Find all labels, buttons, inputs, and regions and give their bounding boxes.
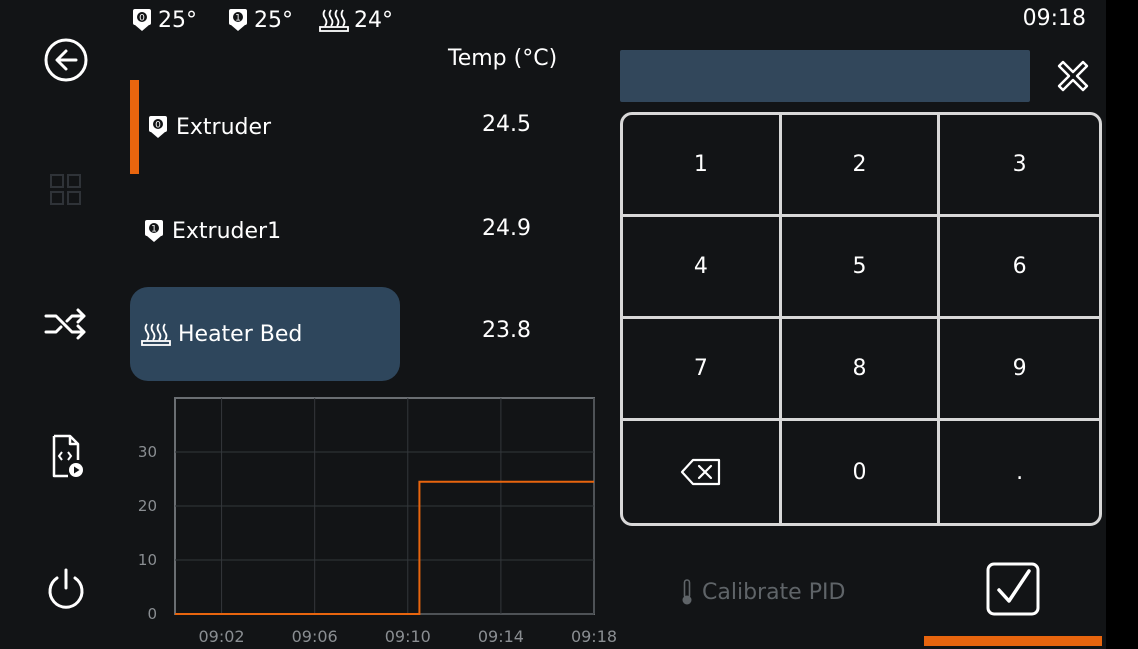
key-8[interactable]: 8 bbox=[781, 319, 941, 421]
power-icon bbox=[48, 568, 84, 609]
status-bed: 24° bbox=[318, 6, 393, 34]
grid-icon bbox=[50, 174, 81, 205]
extruder-label: 0 Extruder bbox=[146, 114, 271, 140]
shuffle-button[interactable] bbox=[38, 296, 94, 352]
y-tick-label: 10 bbox=[138, 551, 157, 569]
grid-button[interactable] bbox=[38, 162, 94, 218]
svg-text:0: 0 bbox=[139, 14, 145, 24]
key-6[interactable]: 6 bbox=[940, 217, 1099, 319]
heater-bed-temp-value: 23.8 bbox=[482, 318, 531, 343]
back-arrow-icon bbox=[44, 38, 88, 82]
status-extruder1: 1 25° bbox=[226, 6, 293, 34]
x-tick-label: 09:14 bbox=[478, 627, 524, 646]
status-extruder0-temp: 25° bbox=[158, 7, 197, 33]
key-7[interactable]: 7 bbox=[623, 319, 782, 421]
extruder-1-icon: 1 bbox=[229, 9, 247, 31]
back-button[interactable] bbox=[38, 32, 94, 88]
heater-bed-name: Heater Bed bbox=[178, 321, 303, 347]
heater-bed-icon bbox=[319, 9, 349, 32]
temp-column-header: Temp (°C) bbox=[448, 46, 558, 71]
key-4[interactable]: 4 bbox=[623, 217, 782, 319]
power-button[interactable] bbox=[38, 560, 94, 616]
y-tick-label: 20 bbox=[138, 497, 157, 515]
extruder-row[interactable]: 0 Extruder bbox=[130, 80, 400, 174]
calibrate-pid-label: Calibrate PID bbox=[702, 579, 846, 605]
close-keypad-button[interactable] bbox=[1050, 52, 1096, 100]
extruder1-temp-value: 24.9 bbox=[482, 216, 531, 241]
heater-bed-icon bbox=[141, 323, 171, 346]
numeric-keypad: 1 2 3 4 5 6 7 8 9 0 . bbox=[620, 112, 1102, 526]
temperature-chart: 09:02 09:06 09:10 09:14 09:18 0 10 20 30 bbox=[138, 397, 617, 646]
screen: 0 25° 1 25° 24° 09:18 Temp (°C) 0 Extrud… bbox=[0, 0, 1106, 649]
shuffle-icon bbox=[44, 308, 86, 340]
confirm-active-underline bbox=[924, 636, 1102, 646]
calibrate-pid-button[interactable]: Calibrate PID bbox=[680, 572, 845, 612]
confirm-button[interactable] bbox=[984, 560, 1042, 618]
key-decimal[interactable]: . bbox=[940, 421, 1099, 523]
key-2[interactable]: 2 bbox=[781, 115, 941, 217]
thermometer-icon bbox=[682, 579, 692, 605]
heater-bed-row[interactable]: Heater Bed bbox=[130, 287, 400, 381]
status-extruder1-temp: 25° bbox=[254, 7, 293, 33]
y-tick-label: 0 bbox=[147, 605, 157, 623]
extruder1-row[interactable]: 1 Extruder1 bbox=[130, 184, 400, 278]
series-line bbox=[175, 480, 594, 615]
status-extruder0: 0 25° bbox=[130, 6, 197, 34]
x-tick-label: 09:06 bbox=[292, 627, 338, 646]
gcode-file-button[interactable] bbox=[38, 428, 94, 484]
key-5[interactable]: 5 bbox=[781, 217, 941, 319]
x-tick-label: 09:18 bbox=[571, 627, 617, 646]
key-3[interactable]: 3 bbox=[940, 115, 1099, 217]
extruder1-name: Extruder1 bbox=[172, 218, 282, 244]
extruder-0-icon: 0 bbox=[149, 116, 167, 138]
heater-bed-label: Heater Bed bbox=[140, 321, 302, 347]
close-icon bbox=[1057, 60, 1089, 92]
extruder1-label: 1 Extruder1 bbox=[142, 218, 281, 244]
extruder-temp-value: 24.5 bbox=[482, 112, 531, 137]
key-1[interactable]: 1 bbox=[623, 115, 782, 217]
x-tick-label: 09:10 bbox=[385, 627, 431, 646]
numeric-input-field[interactable] bbox=[620, 50, 1030, 102]
clock: 09:18 bbox=[1022, 6, 1086, 31]
extruder-name: Extruder bbox=[176, 114, 272, 140]
svg-text:1: 1 bbox=[235, 14, 241, 24]
y-tick-label: 30 bbox=[138, 443, 157, 461]
checkbox-confirm-icon bbox=[986, 562, 1040, 616]
key-backspace[interactable] bbox=[623, 421, 782, 523]
sidebar bbox=[0, 0, 128, 649]
gcode-file-play-icon bbox=[52, 434, 83, 478]
x-tick-label: 09:02 bbox=[199, 627, 245, 646]
extruder-0-icon: 0 bbox=[133, 9, 151, 31]
status-bed-temp: 24° bbox=[354, 7, 393, 33]
key-9[interactable]: 9 bbox=[940, 319, 1099, 421]
backspace-icon bbox=[680, 458, 720, 486]
extruder-1-icon: 1 bbox=[145, 220, 163, 242]
key-0[interactable]: 0 bbox=[782, 421, 941, 523]
right-border bbox=[1106, 0, 1138, 649]
svg-text:1: 1 bbox=[151, 225, 157, 235]
svg-text:0: 0 bbox=[155, 121, 161, 131]
